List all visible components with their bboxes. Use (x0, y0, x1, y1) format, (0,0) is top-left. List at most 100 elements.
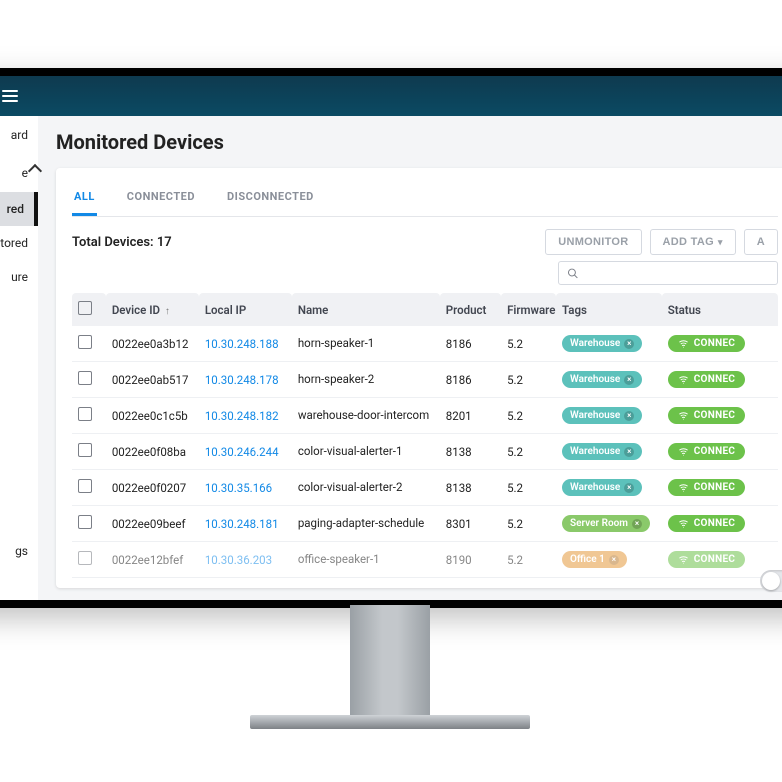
tag-pill[interactable]: Warehouse× (562, 335, 642, 352)
wifi-icon (678, 446, 689, 457)
search-field[interactable] (585, 266, 769, 280)
cell-device-id: 0022ee0c1c5b (106, 398, 199, 434)
row-checkbox[interactable] (78, 551, 92, 565)
remove-tag-icon[interactable]: × (624, 447, 634, 457)
col-status[interactable]: Status (662, 293, 778, 326)
col-local-ip[interactable]: Local IP (199, 293, 292, 326)
tag-pill[interactable]: Warehouse× (562, 371, 642, 388)
devices-table: Device ID ↑ Local IP Name Product Firmwa… (72, 293, 778, 578)
sidebar-item-unmonitored[interactable]: itored (0, 226, 38, 260)
top-nav: GO (0, 76, 782, 116)
col-firmware[interactable]: Firmware (501, 293, 556, 326)
table-row: 0022ee09beef10.30.248.181paging-adapter-… (72, 506, 778, 542)
sidebar-item-dashboard[interactable]: ard (0, 116, 38, 154)
row-checkbox[interactable] (78, 335, 92, 349)
cell-product: 8186 (440, 362, 501, 398)
sidebar-item-monitored[interactable]: red (0, 192, 38, 226)
cell-product: 8138 (440, 434, 501, 470)
select-all-checkbox[interactable] (78, 301, 92, 315)
tag-pill[interactable]: Warehouse× (562, 479, 642, 496)
cell-name: color-visual-alerter-1 (292, 434, 440, 470)
cell-device-id: 0022ee0f0207 (106, 470, 199, 506)
remove-tag-icon[interactable]: × (624, 483, 634, 493)
col-tags[interactable]: Tags (556, 293, 662, 326)
search-input[interactable] (558, 261, 778, 285)
remove-tag-icon[interactable]: × (624, 339, 634, 349)
monitor-frame: GO ard e red itored ure gs Monitored Dev… (0, 68, 782, 608)
tag-pill[interactable]: Warehouse× (562, 407, 642, 424)
remove-tag-icon[interactable]: × (624, 375, 634, 385)
status-pill: CONNEC (668, 443, 746, 460)
row-checkbox[interactable] (78, 371, 92, 385)
screen: GO ard e red itored ure gs Monitored Dev… (0, 76, 782, 600)
tag-pill[interactable]: Server Room× (562, 515, 650, 532)
cell-name: horn-speaker-1 (292, 326, 440, 362)
cell-name: warehouse-door-intercom (292, 398, 440, 434)
cell-device-id: 0022ee12bfef (106, 542, 199, 578)
sidebar-item-manage[interactable]: e (0, 154, 38, 192)
wifi-icon (678, 374, 689, 385)
menu-icon[interactable] (2, 90, 18, 102)
extra-button[interactable]: A (744, 229, 778, 255)
main-content: Monitored Devices ALLCONNECTEDDISCONNECT… (38, 116, 782, 600)
cell-firmware: 5.2 (501, 326, 556, 362)
col-product[interactable]: Product (440, 293, 501, 326)
ip-link[interactable]: 10.30.248.178 (205, 373, 279, 387)
cell-name: office-speaker-1 (292, 542, 440, 578)
status-pill: CONNEC (668, 335, 746, 352)
status-pill: CONNEC (668, 371, 746, 388)
cell-device-id: 0022ee0ab517 (106, 362, 199, 398)
search-icon (567, 267, 579, 280)
tag-pill[interactable]: Office 1× (562, 551, 627, 568)
remove-tag-icon[interactable]: × (624, 411, 634, 421)
cell-firmware: 5.2 (501, 362, 556, 398)
table-row: 0022ee12bfef 10.30.36.203 office-speaker-1… (72, 542, 778, 578)
row-checkbox[interactable] (78, 407, 92, 421)
tag-pill[interactable]: Warehouse× (562, 443, 642, 460)
wifi-icon (678, 518, 689, 529)
cell-product: 8190 (440, 542, 501, 578)
sidebar-item-configure[interactable]: ure (0, 260, 38, 294)
tab-connected[interactable]: CONNECTED (125, 180, 197, 216)
cell-firmware: 5.2 (501, 434, 556, 470)
sort-asc-icon: ↑ (165, 306, 170, 317)
cell-product: 8301 (440, 506, 501, 542)
ip-link[interactable]: 10.30.36.203 (205, 553, 272, 567)
unmonitor-button[interactable]: UNMONITOR (545, 229, 641, 255)
tab-disconnected[interactable]: DISCONNECTED (225, 180, 316, 216)
cell-product: 8138 (440, 470, 501, 506)
row-checkbox[interactable] (78, 515, 92, 529)
cell-device-id: 0022ee0f08ba (106, 434, 199, 470)
tab-all[interactable]: ALL (72, 180, 97, 216)
monitor-stand-neck (350, 605, 430, 720)
table-row: 0022ee0a3b1210.30.248.188horn-speaker-18… (72, 326, 778, 362)
remove-tag-icon[interactable]: × (609, 555, 619, 565)
cell-firmware: 5.2 (501, 398, 556, 434)
sidebar-item-settings[interactable]: gs (0, 532, 38, 570)
cell-firmware: 5.2 (501, 470, 556, 506)
toolbar: Total Devices: 17 UNMONITOR ADD TAG▾ A (72, 217, 778, 261)
table-row: 0022ee0ab51710.30.248.178horn-speaker-28… (72, 362, 778, 398)
wifi-icon (678, 338, 689, 349)
row-checkbox[interactable] (78, 479, 92, 493)
cell-name: color-visual-alerter-2 (292, 470, 440, 506)
col-name[interactable]: Name (292, 293, 440, 326)
ip-link[interactable]: 10.30.246.244 (205, 445, 279, 459)
wifi-icon (678, 554, 689, 565)
cell-product: 8186 (440, 326, 501, 362)
total-devices: Total Devices: 17 (72, 235, 172, 250)
col-device-id[interactable]: Device ID ↑ (106, 293, 199, 326)
row-checkbox[interactable] (78, 443, 92, 457)
status-pill: CONNEC (668, 407, 746, 424)
chevron-down-icon: ▾ (718, 237, 723, 248)
cell-firmware: 5.2 (501, 542, 556, 578)
add-tag-button[interactable]: ADD TAG▾ (650, 229, 736, 255)
remove-tag-icon[interactable]: × (632, 519, 642, 529)
ip-link[interactable]: 10.30.35.166 (205, 481, 272, 495)
ip-link[interactable]: 10.30.248.181 (205, 517, 279, 531)
ip-link[interactable]: 10.30.248.182 (205, 409, 279, 423)
wifi-icon (678, 410, 689, 421)
ip-link[interactable]: 10.30.248.188 (205, 337, 279, 351)
toggle-switch[interactable] (760, 570, 782, 592)
table-row: 0022ee0f0207 10.30.35.166 color-visual-ale… (72, 470, 778, 506)
